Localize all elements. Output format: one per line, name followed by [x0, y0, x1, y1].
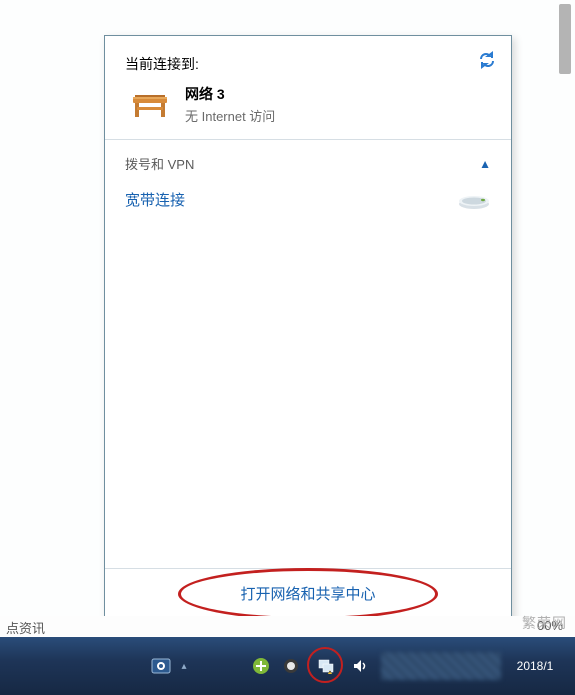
network-category-icon	[129, 89, 171, 121]
connection-label: 宽带连接	[125, 189, 185, 210]
flyout-header: 当前连接到:	[105, 36, 511, 139]
browser-status-strip: 点资讯 00%	[0, 616, 575, 636]
flyout-footer: 打开网络和共享中心	[105, 568, 511, 620]
taskbar-clock[interactable]: 2018/1	[511, 659, 565, 673]
desktop-background: 当前连接到:	[0, 0, 575, 636]
collapse-caret-icon: ▲	[479, 157, 491, 171]
network-name: 网络 3	[185, 84, 275, 104]
broadband-connection-item[interactable]: 宽带连接	[105, 183, 511, 220]
security-tray-icon[interactable]	[251, 656, 271, 676]
open-network-center-link[interactable]: 打开网络和共享中心	[240, 583, 375, 604]
header-title: 当前连接到:	[125, 54, 491, 74]
network-tray-icon[interactable]	[316, 656, 336, 676]
app-tray-icon[interactable]	[281, 656, 301, 676]
tray-expand-icon[interactable]: ▴	[178, 661, 190, 672]
obscured-tray-area	[381, 652, 501, 680]
network-info: 网络 3 无 Internet 访问	[185, 84, 275, 125]
modem-icon	[457, 190, 491, 210]
flyout-body	[105, 220, 511, 568]
qq-tray-icon[interactable]	[150, 655, 172, 677]
system-tray: 2018/1	[251, 651, 575, 681]
dialup-vpn-section-header[interactable]: 拨号和 VPN ▲	[105, 140, 511, 183]
network-status: 无 Internet 访问	[185, 106, 275, 125]
volume-tray-icon[interactable]	[351, 656, 371, 676]
section-label: 拨号和 VPN	[125, 154, 194, 173]
taskbar-date: 2018/1	[511, 659, 559, 673]
current-network-row[interactable]: 网络 3 无 Internet 访问	[125, 84, 491, 125]
network-flyout: 当前连接到:	[104, 35, 512, 621]
strip-left-text: 点资讯	[6, 618, 45, 637]
watermark: 繁荣网	[522, 613, 567, 633]
taskbar-left: ▴	[0, 655, 251, 677]
taskbar: ▴	[0, 637, 575, 695]
network-tray-icon-wrap	[311, 651, 341, 681]
page-scrollbar[interactable]	[559, 4, 571, 74]
refresh-icon[interactable]	[477, 50, 497, 70]
